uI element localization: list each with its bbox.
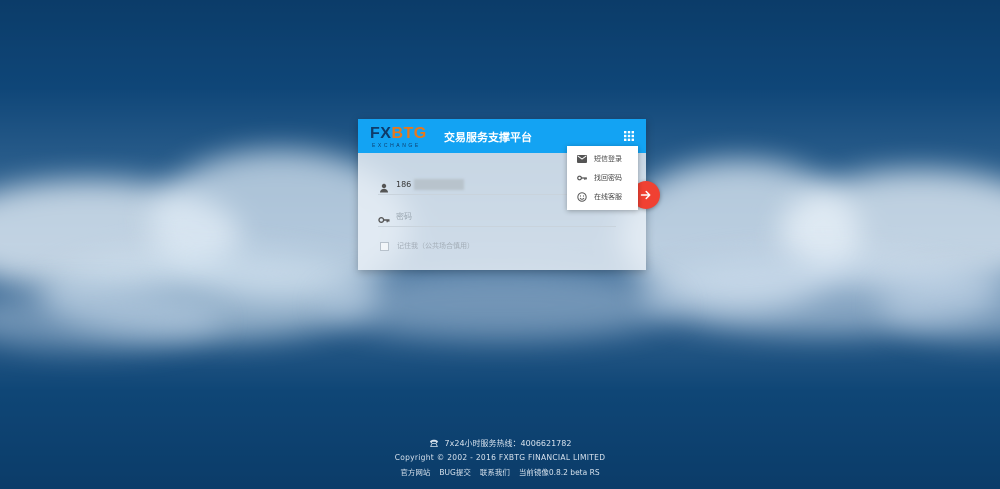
smiley-icon [577, 191, 587, 202]
link-version[interactable]: 当前镜像0.8.2 beta RS [519, 466, 600, 480]
page-title: 交易服务支撑平台 [444, 131, 532, 144]
arrow-right-icon [640, 186, 652, 205]
password-input[interactable] [396, 208, 611, 224]
password-field [378, 207, 616, 227]
mail-icon [577, 154, 587, 164]
menu-item-sms-login[interactable]: 短信登录 [567, 149, 638, 168]
dropdown-menu: 短信登录 找回密码 在线客服 [567, 146, 638, 210]
redacted-phone-mask [414, 179, 464, 190]
key-icon [378, 211, 390, 223]
link-bug-report[interactable]: BUG提交 [439, 466, 470, 480]
copyright: Copyright © 2002 - 2016 FXBTG FINANCIAL … [394, 453, 606, 462]
key-icon [577, 173, 587, 183]
menu-item-recover-password[interactable]: 找回密码 [567, 168, 638, 187]
remember-me: 记住我（公共场合慎用） [380, 240, 474, 252]
person-icon [378, 179, 390, 193]
link-official-site[interactable]: 官方网站 [400, 466, 430, 480]
footer: 7x24小时服务热线：4006621782 Copyright © 2002 -… [0, 436, 1000, 480]
hotline: 7x24小时服务热线：4006621782 [0, 436, 1000, 450]
grid-icon[interactable] [624, 131, 634, 141]
link-contact-us[interactable]: 联系我们 [480, 466, 510, 480]
footer-links: 官方网站 BUG提交 联系我们 当前镜像0.8.2 beta RS [0, 466, 1000, 480]
menu-item-online-support[interactable]: 在线客服 [567, 187, 638, 206]
remember-checkbox[interactable] [380, 241, 389, 251]
phone-icon [429, 438, 439, 448]
remember-label: 记住我（公共场合慎用） [397, 242, 474, 250]
fxbtg-logo: FXBTG EXCHANGE [370, 125, 427, 149]
